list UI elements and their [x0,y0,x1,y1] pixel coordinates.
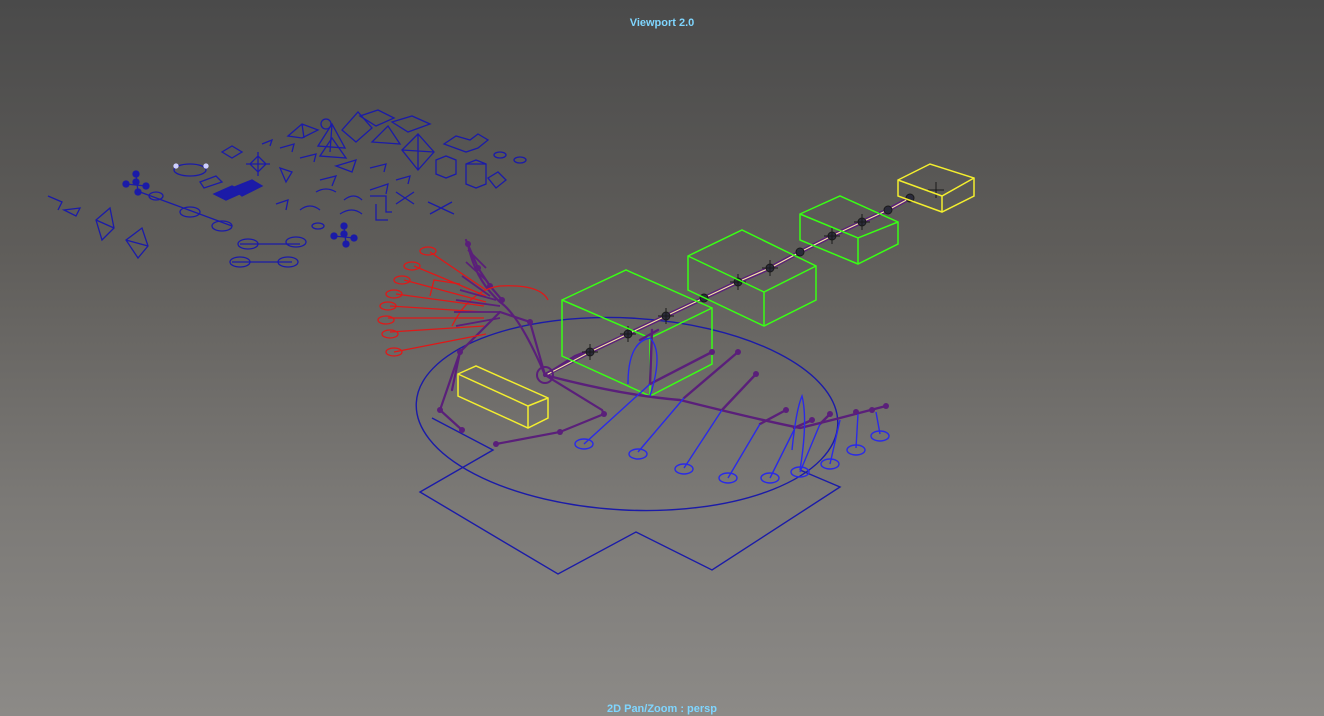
x-shape-icon [395,191,415,205]
arrow-shape-icon-6 [369,183,389,195]
arrow-shape-icon-4 [369,163,387,173]
arrow-double-icon [299,153,317,163]
wing-joint-chain[interactable] [438,238,606,446]
diamond-shape-icon [341,111,373,143]
control-shape-library[interactable] [47,109,527,268]
3d-viewport[interactable] [0,0,1324,716]
foot-shape-icon [199,175,224,189]
cube-shape-icon [358,109,396,127]
twisted-arrow-icon [95,206,115,242]
double-ring-icon-2 [513,156,527,164]
cross-plus-shape-icon [442,133,490,153]
fin-shape-icon-2 [61,207,82,217]
small-ring-icon [311,222,325,230]
star-shape-icon [246,152,270,176]
curved-arrow-icon-3 [299,205,321,211]
letter-shape-icon [370,195,392,221]
cylinder-shape-icon-2 [465,159,487,189]
double-ring-icon [493,151,507,159]
arrow-shape-icon-5 [395,175,411,185]
triangle-shape-icon [370,124,402,145]
joint-icon [437,241,607,447]
ground-arrow-control [418,417,842,575]
renderer-label: Viewport 2.0 [629,17,695,29]
cylinder-shape-icon [435,155,457,179]
curved-arrow-icon-4 [339,209,363,215]
feather-controls-blue[interactable] [574,337,890,484]
tail-joint-chain[interactable] [543,328,888,430]
handle-point-icon [173,163,179,169]
flat-square-icon [390,115,432,133]
spine-joint-chain[interactable] [543,196,913,377]
fin-shape-icon [47,195,63,211]
master-ground-control[interactable] [411,307,842,575]
arrow-shape-icon [261,138,274,147]
camera-label: 2D Pan/Zoom : persp [606,703,718,715]
arrow-shape-icon-3 [333,159,358,173]
x-shape-icon-2 [427,201,455,215]
circle-control-icon [173,163,207,177]
curved-arrow-icon [315,188,337,193]
locator-icon [122,170,358,248]
twisted-arrow-icon-2 [125,226,149,260]
fk-box-controls-green[interactable] [561,195,899,397]
small-flag-icon-2 [319,175,338,187]
small-flag-icon [275,199,289,211]
handle-point-icon-2 [203,163,209,169]
arrow-shape-icon-2 [279,143,295,153]
pyramid-shape-icon [286,123,320,139]
star-shape-icon-2 [220,145,244,159]
finger-circle-controls [377,246,437,357]
ring-shape-icon [320,118,332,130]
gear-shape-icon [278,166,293,184]
octahedron-shape-icon [401,133,435,172]
curved-arrow-icon-2 [343,195,363,201]
prism-shape-icon [487,171,507,189]
